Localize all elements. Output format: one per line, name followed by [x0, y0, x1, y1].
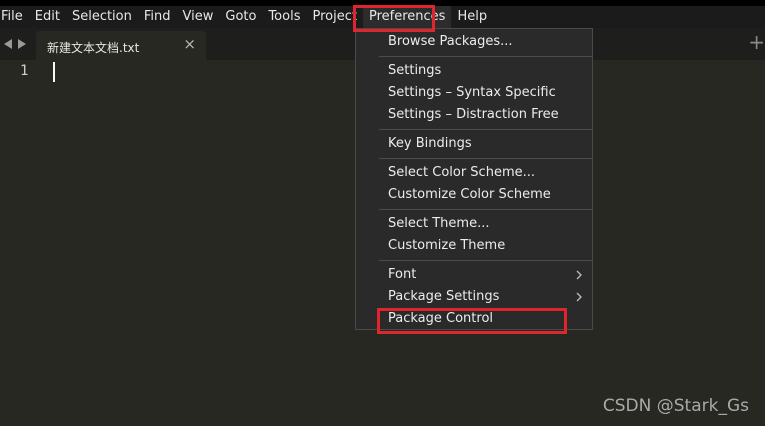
menu-item-key-bindings[interactable]: Key Bindings [388, 136, 472, 152]
preferences-dropdown: Browse Packages... Settings Settings – S… [355, 28, 593, 330]
menu-separator [379, 260, 592, 261]
tab-prev-icon[interactable] [3, 38, 13, 50]
menu-selection[interactable]: Selection [66, 6, 138, 28]
menu-item-select-color-scheme[interactable]: Select Color Scheme... [388, 165, 535, 181]
text-cursor [53, 62, 55, 82]
menu-edit[interactable]: Edit [29, 6, 66, 28]
menu-find[interactable]: Find [138, 6, 177, 28]
tab-file[interactable]: 新建文本文档.txt × [36, 31, 206, 60]
line-number: 1 [20, 63, 29, 79]
new-tab-icon[interactable]: + [748, 32, 765, 52]
menu-tools[interactable]: Tools [262, 6, 306, 28]
tab-label: 新建文本文档.txt [47, 41, 140, 55]
menu-help[interactable]: Help [451, 6, 493, 28]
tab-next-icon[interactable] [17, 38, 27, 50]
submenu-arrow-icon [576, 270, 582, 280]
menu-goto[interactable]: Goto [219, 6, 262, 28]
menu-separator [379, 129, 592, 130]
menu-item-browse-packages[interactable]: Browse Packages... [388, 34, 513, 50]
menu-item-settings[interactable]: Settings [388, 63, 441, 79]
highlight-box-preferences [353, 5, 435, 32]
menu-item-customize-theme[interactable]: Customize Theme [388, 238, 505, 254]
menu-separator [379, 56, 592, 57]
highlight-box-package-control [377, 308, 567, 334]
watermark: CSDN @Stark_Gs [602, 396, 749, 416]
submenu-arrow-icon [576, 292, 582, 302]
menu-item-settings-distraction-free[interactable]: Settings – Distraction Free [388, 107, 559, 123]
menu-separator [379, 209, 592, 210]
menu-item-package-settings[interactable]: Package Settings [388, 289, 499, 305]
menu-file[interactable]: File [0, 6, 29, 28]
menu-view[interactable]: View [177, 6, 220, 28]
menu-item-select-theme[interactable]: Select Theme... [388, 216, 489, 232]
menu-separator [379, 158, 592, 159]
tab-nav-arrows [3, 38, 31, 50]
menu-item-font[interactable]: Font [388, 267, 416, 283]
menu-item-customize-color-scheme[interactable]: Customize Color Scheme [388, 187, 551, 203]
menu-item-settings-syntax-specific[interactable]: Settings – Syntax Specific [388, 85, 556, 101]
close-icon[interactable]: × [183, 37, 196, 52]
sublime-text-window: File Edit Selection Find View Goto Tools… [0, 0, 765, 426]
